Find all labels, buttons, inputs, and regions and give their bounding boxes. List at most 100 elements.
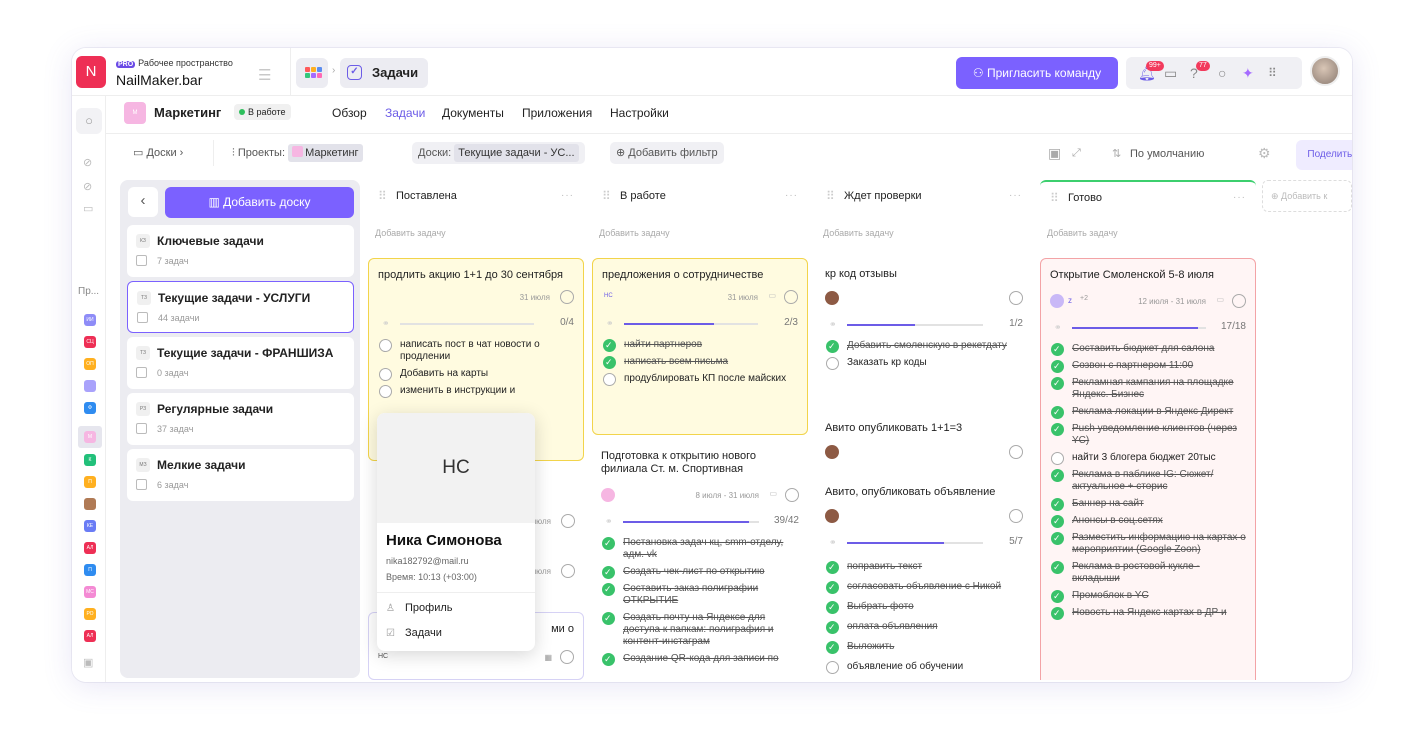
search-icon[interactable]: ○	[1218, 66, 1226, 80]
tab-documents[interactable]: Документы	[442, 106, 504, 120]
board-item[interactable]: РЗ Регулярные задачи 37 задач	[127, 393, 354, 445]
complete-toggle[interactable]	[1009, 509, 1023, 523]
task-card[interactable]: Открытие Смоленской 5-8 июля z +2 12 июля …	[1040, 258, 1256, 680]
check-circle-icon[interactable]: ⊘	[83, 180, 92, 193]
complete-toggle[interactable]	[560, 290, 574, 304]
column-header[interactable]: ⠿ В работе ···	[592, 180, 808, 212]
popup-profile-link[interactable]: Профиль	[405, 602, 453, 614]
checklist-item[interactable]: Создать чек-лист по открытию	[601, 566, 799, 579]
tab-settings[interactable]: Настройки	[610, 106, 669, 120]
checklist-item[interactable]: продублировать КП после майских	[602, 373, 798, 386]
checklist-item[interactable]: Созвон с партнером 11:00	[1050, 360, 1246, 373]
checklist-item[interactable]: объявление об обучении	[825, 661, 1023, 674]
task-card[interactable]: кр код отзывы ⚭ 1/2 Добавить смоленскую в…	[816, 258, 1032, 408]
apps-button[interactable]	[296, 58, 328, 88]
complete-toggle[interactable]	[560, 650, 574, 664]
project-icon[interactable]: КЕ	[84, 520, 96, 532]
checklist-item[interactable]: написать всем письма	[602, 356, 798, 369]
column-header[interactable]: ⠿ Готово ···	[1040, 180, 1256, 212]
board-item[interactable]: КЗ Ключевые задачи 7 задач	[127, 225, 354, 277]
checklist-item[interactable]: написать пост в чат новости о продлении	[378, 339, 574, 363]
add-task-input[interactable]: Добавить задачу	[1040, 218, 1256, 248]
project-title[interactable]: Маркетинг	[154, 105, 221, 120]
add-task-input[interactable]: Добавить задачу	[368, 218, 584, 248]
column-header[interactable]: ⠿ Поставлена ···	[368, 180, 584, 212]
board-item[interactable]: МЗ Мелкие задачи 6 задач	[127, 449, 354, 501]
comment-icon[interactable]: ▭	[768, 291, 776, 300]
checklist-item[interactable]: Составить бюджет для салона	[1050, 343, 1246, 356]
calendar-icon[interactable]: ▦	[544, 653, 552, 662]
popup-tasks-link[interactable]: Задачи	[405, 627, 442, 639]
task-card[interactable]: Авито опубликовать 1+1=3	[816, 412, 1032, 472]
add-filter-button[interactable]: ⊕ Добавить фильтр	[610, 142, 724, 164]
assignee-abbr[interactable]: НС	[378, 653, 388, 660]
checklist-item[interactable]: Заказать кр коды	[825, 357, 1023, 370]
project-icon[interactable]	[84, 380, 96, 392]
complete-toggle[interactable]	[784, 290, 798, 304]
search-icon[interactable]: ○	[76, 108, 102, 134]
complete-toggle[interactable]	[561, 564, 575, 578]
tab-overview[interactable]: Обзор	[332, 106, 367, 120]
checklist-item[interactable]: Анонсы в соц.сетях	[1050, 515, 1246, 528]
folder-icon[interactable]: ▭	[83, 202, 93, 215]
checklist-item[interactable]: Добавить смоленскую в рекетдату	[825, 340, 1023, 353]
grid-icon[interactable]: ⠿	[1268, 66, 1277, 80]
more-icon[interactable]: ···	[1009, 180, 1022, 212]
status-badge[interactable]: В работе	[234, 104, 291, 120]
folder-icon[interactable]: ▭	[1164, 66, 1177, 80]
tab-apps[interactable]: Приложения	[522, 106, 592, 120]
checklist-item[interactable]: найти партнеров	[602, 339, 798, 352]
filter-projects[interactable]: ⫶ Проекты: Маркетинг	[226, 142, 369, 164]
checklist-item[interactable]: Создание QR-кода для записи по	[601, 653, 799, 666]
assignee-avatar[interactable]	[825, 291, 839, 305]
workspace-name[interactable]: NailMaker.bar	[116, 72, 202, 88]
menu-icon[interactable]: ☰	[258, 66, 271, 84]
checklist-item[interactable]: Промоблок в YC	[1050, 590, 1246, 603]
project-icon[interactable]: Ф	[84, 402, 96, 414]
board-item[interactable]: ТЗ Текущие задачи - ФРАНШИЗА 0 задач	[127, 337, 354, 389]
board-item-selected[interactable]: ТЗ Текущие задачи - УСЛУГИ 44 задачи	[127, 281, 354, 333]
save-icon[interactable]: ▣	[1048, 146, 1061, 160]
checklist-item[interactable]: Добавить на карты	[378, 368, 574, 381]
drag-handle-icon[interactable]: ⠿	[826, 180, 835, 212]
share-button[interactable]: Поделиться	[1296, 140, 1352, 170]
breadcrumb-tasks[interactable]: ✓ Задачи	[340, 58, 428, 88]
task-card[interactable]: предложения о сотрудничестве НС 31 июля ▭ …	[592, 258, 808, 435]
project-icon[interactable]: ОП	[84, 358, 96, 370]
add-board-button[interactable]: ▥ Добавить доску	[165, 187, 354, 218]
project-icon[interactable]: МС	[84, 586, 96, 598]
checklist-item[interactable]: Создать почту на Яндексе для доступа к п…	[601, 612, 799, 648]
drag-handle-icon[interactable]: ⠿	[1050, 182, 1059, 214]
checklist-item[interactable]: найти 3 блогера бюджет 20тыс	[1050, 452, 1246, 465]
project-icon[interactable]	[84, 498, 96, 510]
complete-toggle[interactable]	[1232, 294, 1246, 308]
project-icon[interactable]: РО	[84, 608, 96, 620]
filter-boards-value[interactable]: Текущие задачи - УС...	[454, 144, 579, 162]
filter-boards[interactable]: Доски: Текущие задачи - УС...	[412, 142, 585, 164]
checklist-item[interactable]: Реклама в ростовой кукле - вкладыши	[1050, 561, 1246, 585]
column-header[interactable]: ⠿ Ждет проверки ···	[816, 180, 1032, 212]
project-icon-active[interactable]: М	[78, 426, 102, 448]
comment-icon[interactable]: ▭	[769, 489, 777, 498]
task-card[interactable]: Подготовка к открытию нового филиала Ст.…	[592, 440, 808, 680]
comment-icon[interactable]: ▭	[1216, 295, 1224, 304]
sort-select[interactable]: ⇅ По умолчанию	[1100, 138, 1242, 170]
checklist-item[interactable]: оплата объявления	[825, 621, 1023, 634]
assignee-avatar[interactable]	[1050, 294, 1064, 308]
checklist-item[interactable]: Новость на Яндекс картах в ДР и	[1050, 607, 1246, 620]
assignee-avatar[interactable]	[601, 488, 615, 502]
filter-projects-value[interactable]: Маркетинг	[288, 144, 363, 162]
boards-toggle[interactable]: ▭ Доски ›	[124, 140, 214, 166]
checklist-item[interactable]: Реклама локации в Яндекс Директ	[1050, 406, 1246, 419]
checklist-item[interactable]: Выбрать фото	[825, 601, 1023, 614]
project-icon[interactable]: П	[84, 476, 96, 488]
drag-handle-icon[interactable]: ⠿	[378, 180, 387, 212]
add-task-input[interactable]: Добавить задачу	[816, 218, 1032, 248]
checklist-item[interactable]: поправить текст	[825, 561, 1023, 574]
checklist-item[interactable]: Рекламная кампания на площадке Яндекс. Б…	[1050, 377, 1246, 401]
invite-team-button[interactable]: ⚇ Пригласить команду	[956, 57, 1118, 89]
checklist-item[interactable]: изменить в инструкции и	[378, 385, 574, 398]
more-icon[interactable]: ···	[561, 180, 574, 212]
add-task-input[interactable]: Добавить задачу	[592, 218, 808, 248]
project-icon[interactable]: ИИ	[84, 314, 96, 326]
